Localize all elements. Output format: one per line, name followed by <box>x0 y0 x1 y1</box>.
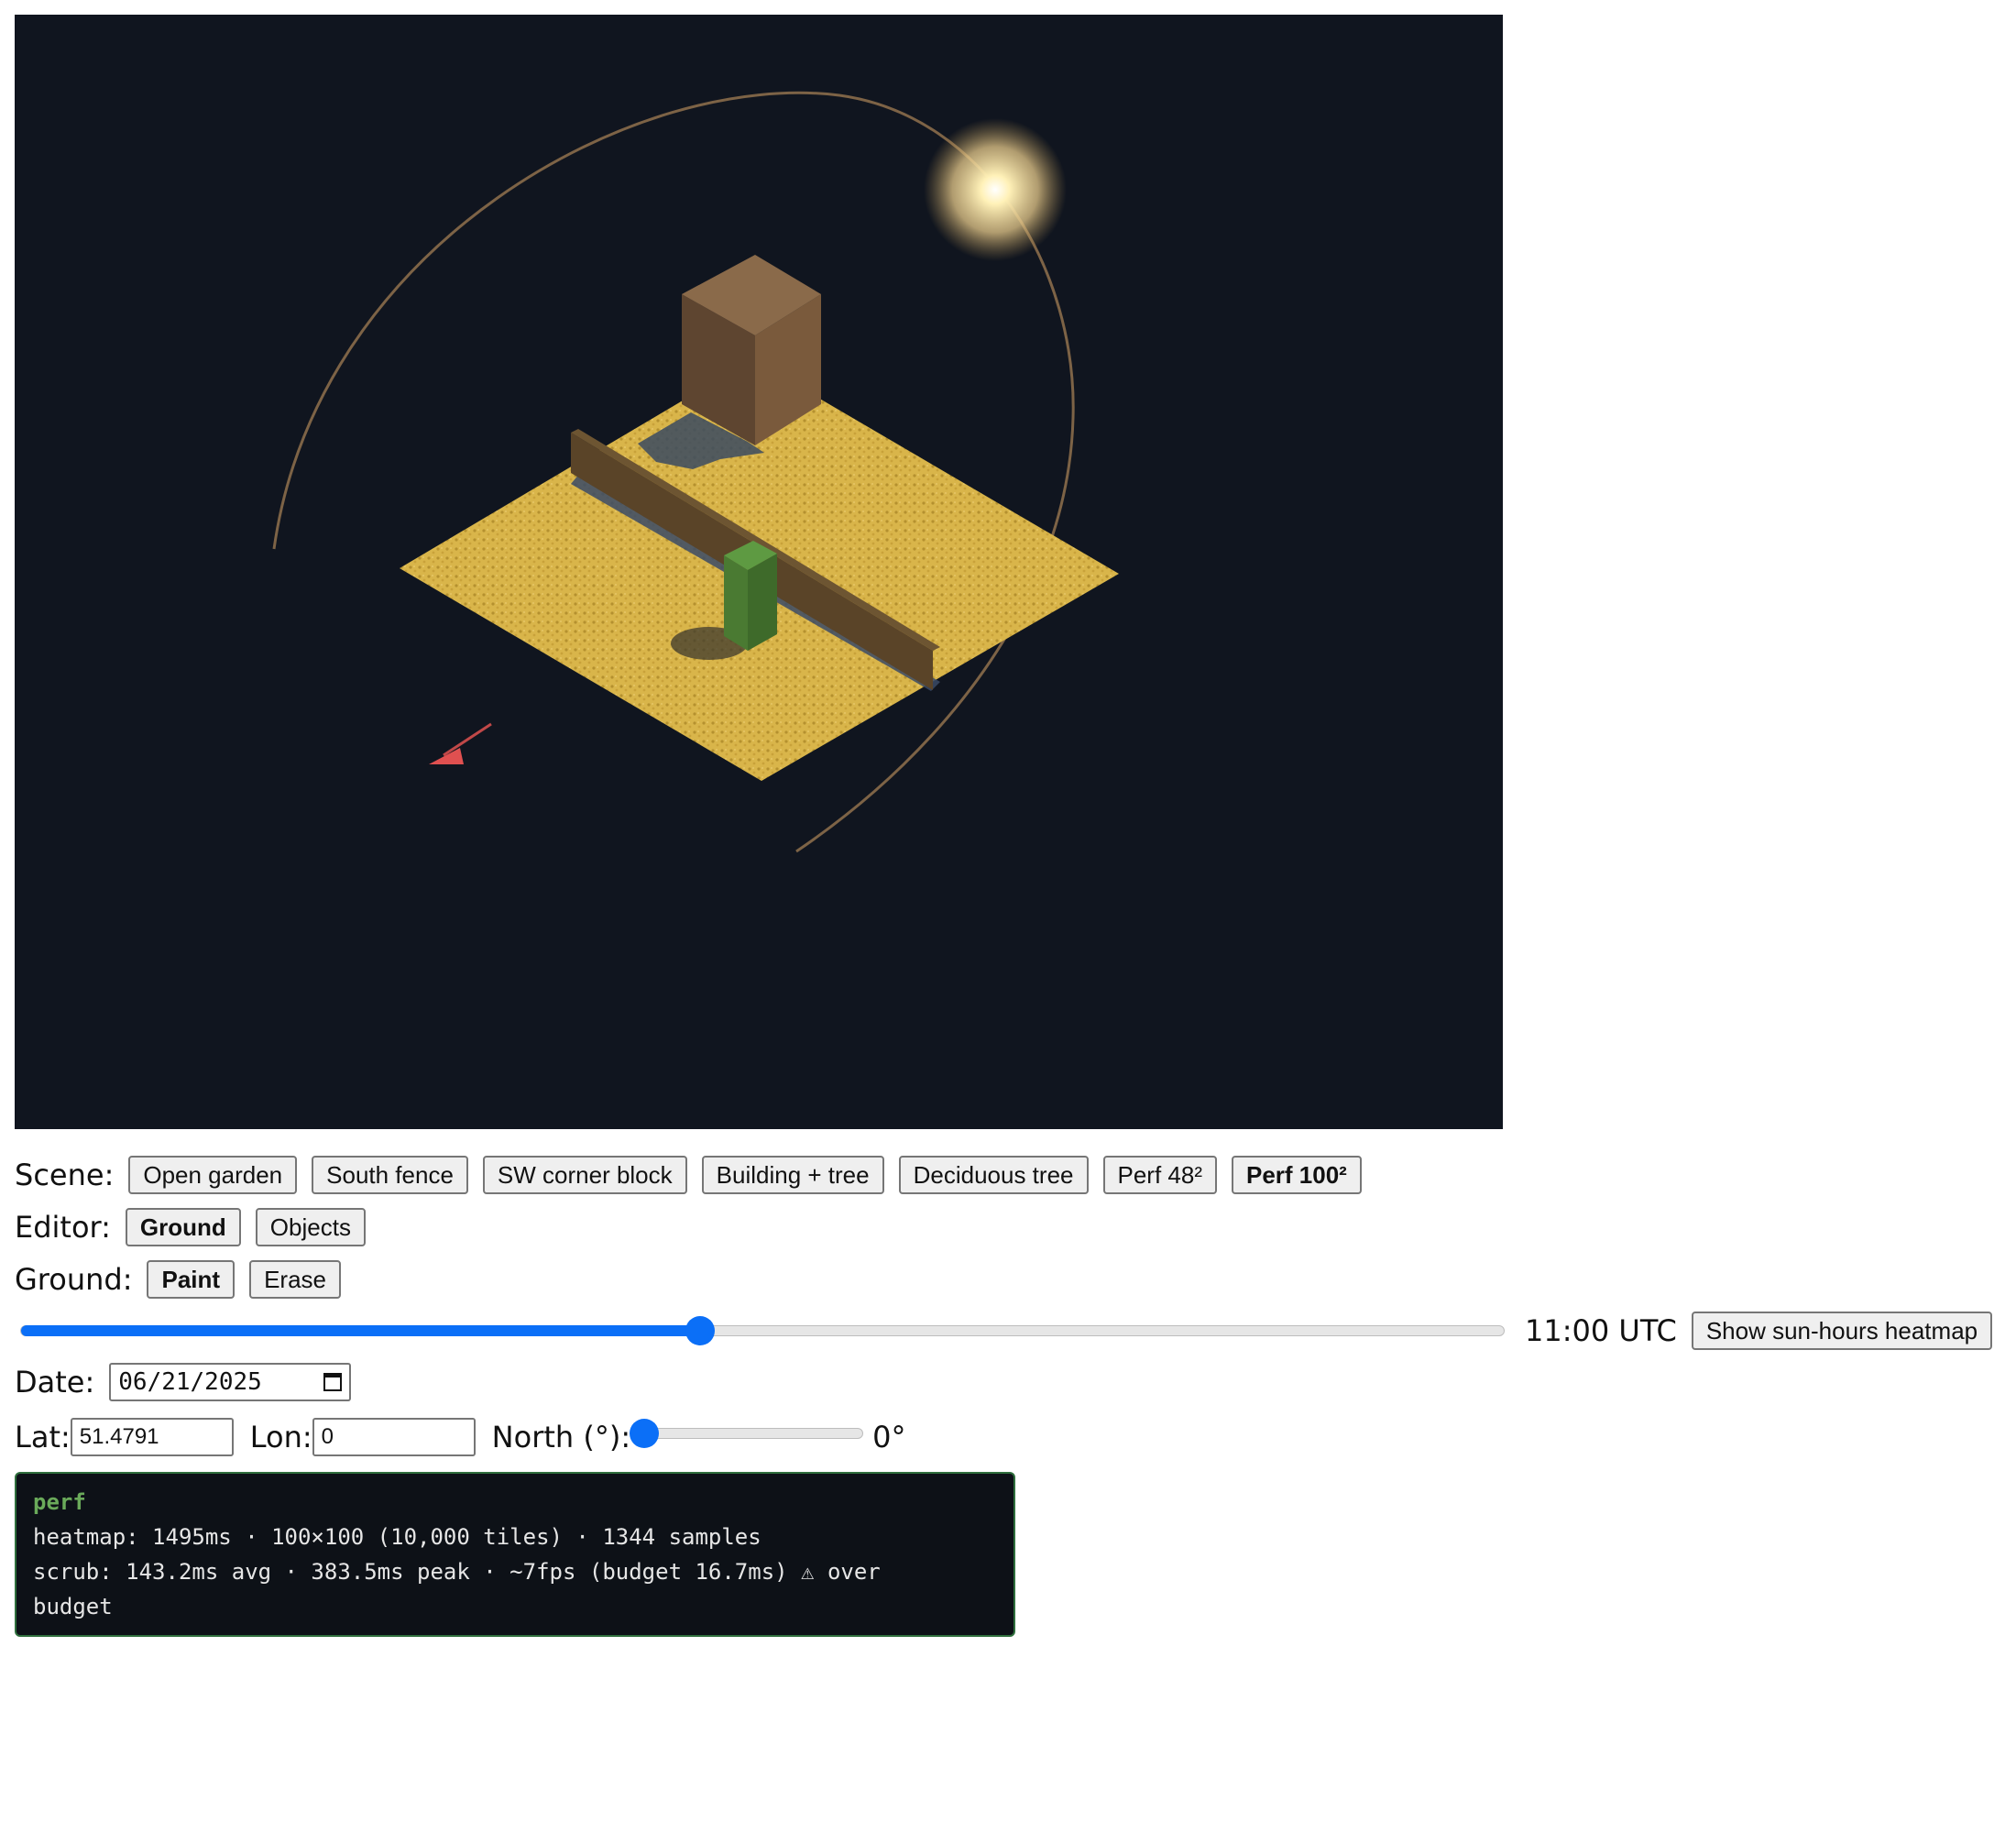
perf-title: perf <box>33 1489 86 1515</box>
north-label: North (°): <box>491 1420 631 1454</box>
scene-perf-48-button[interactable]: Perf 48² <box>1102 1156 1217 1194</box>
date-label: Date: <box>15 1365 95 1399</box>
north-slider[interactable] <box>630 1419 864 1448</box>
ground-label: Ground: <box>15 1262 133 1297</box>
editor-ground-button[interactable]: Ground <box>125 1208 241 1246</box>
editor-row: Editor: Ground Objects <box>15 1207 380 1247</box>
tree-right-face <box>748 554 777 651</box>
sun-icon <box>924 118 1067 261</box>
time-label: 11:00 UTC <box>1525 1313 1677 1348</box>
lon-label: Lon: <box>249 1420 312 1454</box>
scene-viewport[interactable] <box>15 15 1503 1129</box>
lat-label: Lat: <box>15 1420 71 1454</box>
scene-canvas[interactable] <box>15 15 1503 1129</box>
scene-deciduous-tree-button[interactable]: Deciduous tree <box>898 1156 1089 1194</box>
calendar-icon[interactable] <box>323 1373 343 1391</box>
date-input[interactable]: 06/21/2025 <box>109 1363 352 1401</box>
sun-hours-heatmap-button[interactable]: Show sun-hours heatmap <box>1691 1312 1993 1350</box>
time-slider-fill <box>21 1325 701 1336</box>
date-row: Date: 06/21/2025 <box>15 1362 352 1402</box>
north-arrow-icon <box>429 748 464 764</box>
ground-paint-button[interactable]: Paint <box>147 1260 236 1299</box>
scene-sw-corner-block-button[interactable]: SW corner block <box>482 1156 687 1194</box>
perf-scrub-line-continued: budget <box>33 1594 113 1619</box>
time-slider-thumb[interactable] <box>685 1316 716 1345</box>
tree-left-face <box>724 555 748 651</box>
north-value: 0° <box>872 1420 906 1454</box>
lat-input[interactable]: 51.4791 <box>70 1418 234 1456</box>
perf-scrub-line: scrub: 143.2ms avg · 383.5ms peak · ~7fp… <box>33 1559 881 1585</box>
lon-input[interactable]: 0 <box>312 1418 476 1456</box>
scene-perf-100-button[interactable]: Perf 100² <box>1232 1156 1362 1194</box>
date-value: 06/21/2025 <box>118 1368 262 1396</box>
north-slider-thumb[interactable] <box>630 1419 660 1448</box>
editor-label: Editor: <box>15 1210 111 1245</box>
scene-building-tree-button[interactable]: Building + tree <box>701 1156 884 1194</box>
perf-panel: perf heatmap: 1495ms · 100×100 (10,000 t… <box>15 1472 1015 1637</box>
scene-row: Scene: Open garden South fence SW corner… <box>15 1155 1376 1195</box>
scene-open-garden-button[interactable]: Open garden <box>128 1156 298 1194</box>
ground-row: Ground: Paint Erase <box>15 1259 356 1300</box>
north-arrow-shaft <box>443 722 492 757</box>
editor-objects-button[interactable]: Objects <box>255 1208 366 1246</box>
ground-erase-button[interactable]: Erase <box>249 1260 341 1299</box>
perf-heatmap-line: heatmap: 1495ms · 100×100 (10,000 tiles)… <box>33 1524 761 1550</box>
scene-label: Scene: <box>15 1158 115 1192</box>
location-row: Lat: 51.4791 Lon: 0 North (°): 0° <box>15 1417 905 1457</box>
time-controls: 11:00 UTC Show sun-hours heatmap <box>1525 1311 1993 1351</box>
time-slider[interactable] <box>20 1316 1505 1345</box>
scene-south-fence-button[interactable]: South fence <box>312 1156 468 1194</box>
